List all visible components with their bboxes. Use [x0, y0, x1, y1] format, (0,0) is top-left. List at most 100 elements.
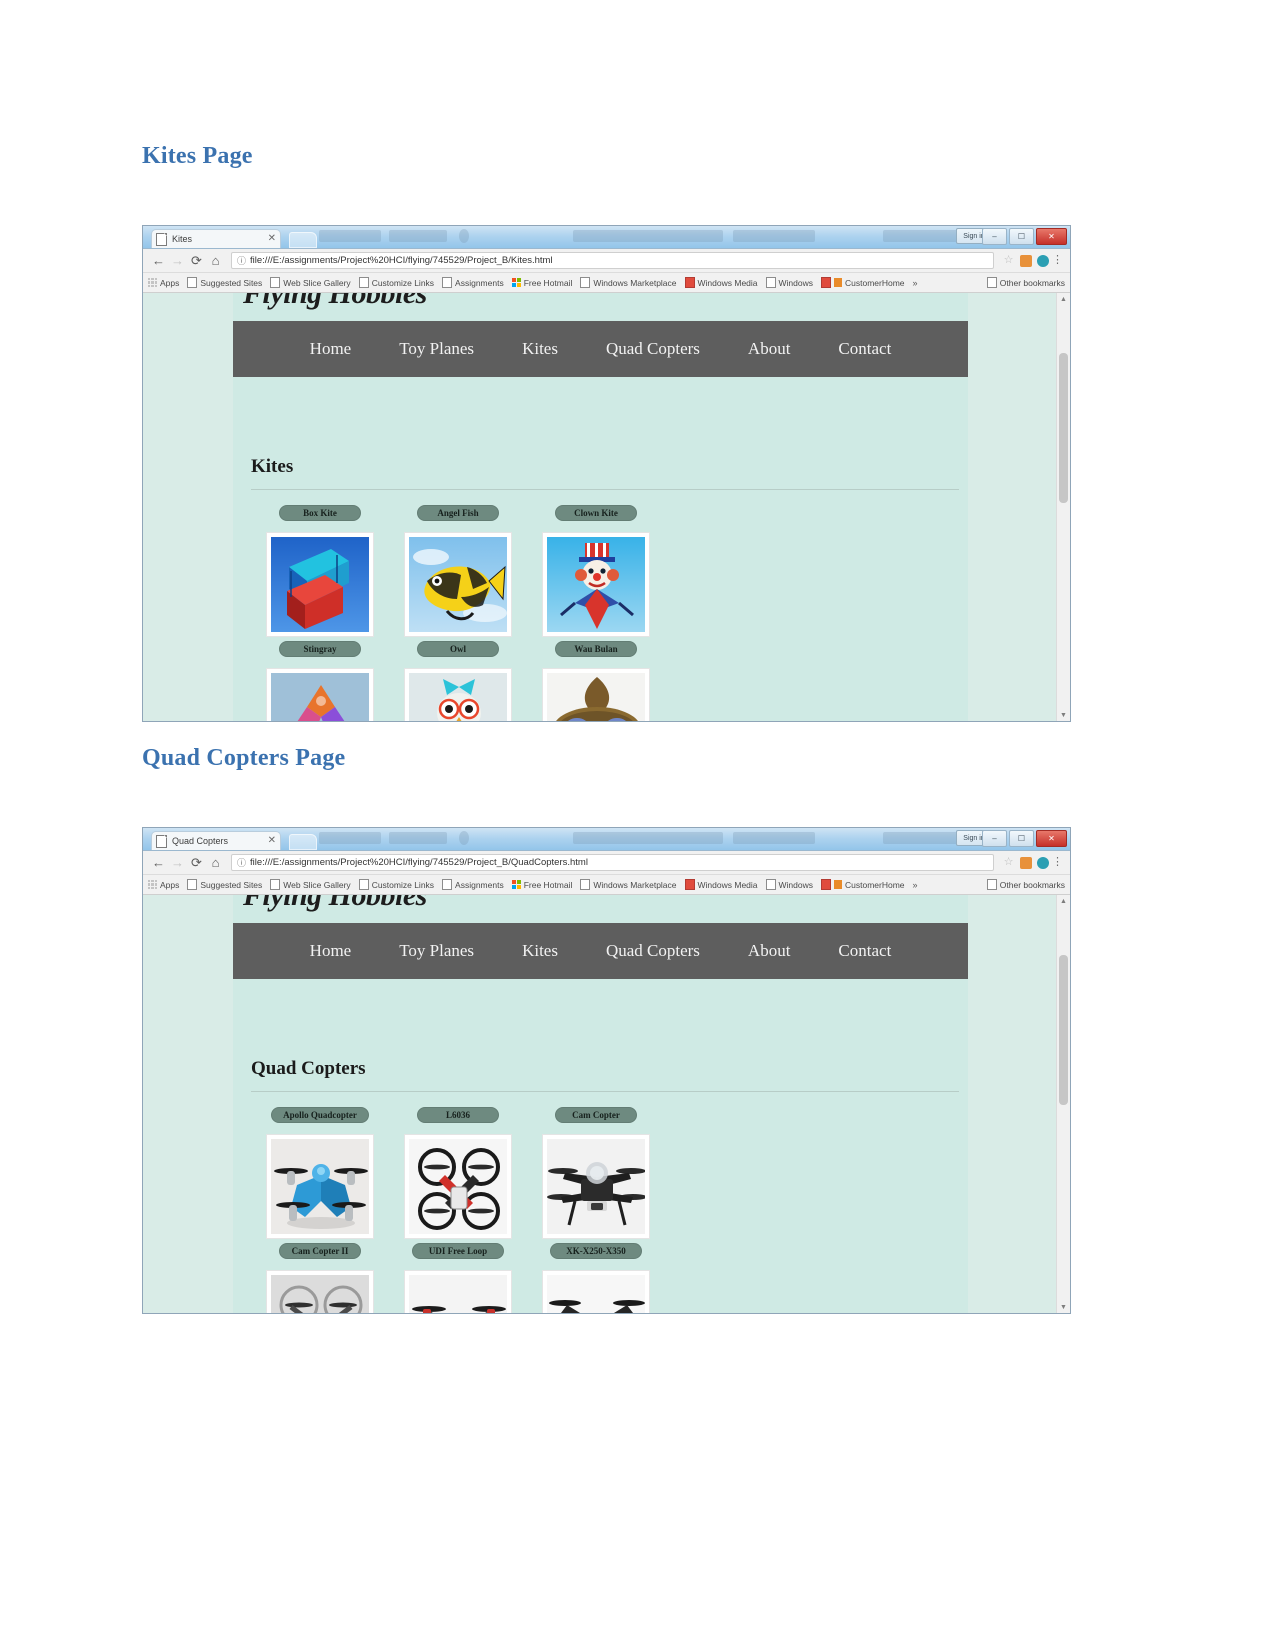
nav-item-home[interactable]: Home [310, 941, 352, 961]
bookmark-star-icon[interactable]: ☆ [1000, 857, 1017, 868]
bookmark-apps[interactable]: Apps [148, 278, 179, 288]
bookmarks-overflow-icon[interactable]: » [913, 880, 918, 890]
scrollbar-thumb[interactable] [1059, 955, 1068, 1105]
bookmark-windows-media[interactable]: Windows Media [684, 277, 758, 288]
bookmark-customerhome[interactable]: CustomerHome [821, 277, 905, 288]
item-thumbnail[interactable] [542, 1134, 650, 1239]
minimize-button[interactable]: – [982, 830, 1007, 847]
bookmark-windows-marketplace[interactable]: Windows Marketplace [580, 879, 677, 890]
item-thumbnail[interactable] [542, 532, 650, 637]
close-icon[interactable]: ✕ [268, 234, 276, 244]
grid-item-cam-copter[interactable]: Cam Copter [527, 1107, 665, 1239]
nav-item-kites[interactable]: Kites [522, 941, 558, 961]
bookmark-customerhome[interactable]: CustomerHome [821, 879, 905, 890]
bookmark-windows-media[interactable]: Windows Media [684, 879, 758, 890]
vertical-scrollbar[interactable]: ▲ ▼ [1056, 895, 1070, 1313]
scroll-down-icon[interactable]: ▼ [1057, 709, 1070, 721]
nav-item-quad-copters[interactable]: Quad Copters [606, 941, 700, 961]
extension-orange-icon[interactable] [1017, 856, 1034, 869]
item-thumbnail[interactable] [266, 1270, 374, 1313]
grid-item-apollo-quadcopter[interactable]: Apollo Quadcopter [251, 1107, 389, 1239]
reload-icon[interactable]: ⟳ [187, 856, 206, 869]
new-tab-button[interactable] [289, 834, 317, 850]
page-info-icon[interactable]: ⓘ [237, 856, 246, 869]
item-thumbnail[interactable] [404, 1270, 512, 1313]
nav-item-toy-planes[interactable]: Toy Planes [399, 941, 474, 961]
other-bookmarks[interactable]: Other bookmarks [986, 277, 1065, 288]
close-button[interactable]: ✕ [1036, 228, 1067, 245]
bookmark-apps[interactable]: Apps [148, 880, 179, 890]
address-bar[interactable]: ⓘ file:///E:/assignments/Project%20HCI/f… [231, 252, 994, 269]
browser-tab-kites[interactable]: Kites ✕ [151, 229, 281, 248]
grid-item-stingray[interactable]: Stingray [251, 641, 389, 721]
grid-item-angel-fish[interactable]: Angel Fish [389, 505, 527, 637]
vertical-scrollbar[interactable]: ▲ ▼ [1056, 293, 1070, 721]
chrome-menu-icon[interactable]: ⋮ [1051, 255, 1064, 266]
bookmark-free-hotmail[interactable]: Free Hotmail [511, 278, 572, 288]
nav-item-about[interactable]: About [748, 339, 791, 359]
close-button[interactable]: ✕ [1036, 830, 1067, 847]
close-icon[interactable]: ✕ [268, 836, 276, 846]
bookmark-windows[interactable]: Windows [765, 277, 813, 288]
grid-item-udi-free-loop[interactable]: UDI Free Loop [389, 1243, 527, 1313]
item-thumbnail[interactable] [404, 668, 512, 721]
grid-item-clown-kite[interactable]: Clown Kite [527, 505, 665, 637]
item-thumbnail[interactable] [266, 1134, 374, 1239]
grid-item-xk-x250-x350[interactable]: XK-X250-X350 [527, 1243, 665, 1313]
forward-icon[interactable]: → [168, 856, 187, 869]
bookmark-star-icon[interactable]: ☆ [1000, 255, 1017, 266]
bookmarks-overflow-icon[interactable]: » [913, 278, 918, 288]
home-icon[interactable]: ⌂ [206, 856, 225, 869]
item-thumbnail[interactable] [404, 532, 512, 637]
address-bar[interactable]: ⓘ file:///E:/assignments/Project%20HCI/f… [231, 854, 994, 871]
scroll-up-icon[interactable]: ▲ [1057, 895, 1070, 908]
nav-item-home[interactable]: Home [310, 339, 352, 359]
minimize-button[interactable]: – [982, 228, 1007, 245]
maximize-button[interactable]: ☐ [1009, 830, 1034, 847]
scrollbar-thumb[interactable] [1059, 353, 1068, 503]
new-tab-button[interactable] [289, 232, 317, 248]
item-thumbnail[interactable] [404, 1134, 512, 1239]
bookmark-windows-marketplace[interactable]: Windows Marketplace [580, 277, 677, 288]
bookmark-windows[interactable]: Windows [765, 879, 813, 890]
extension-teal-icon[interactable] [1034, 254, 1051, 267]
scroll-down-icon[interactable]: ▼ [1057, 1301, 1070, 1313]
item-thumbnail[interactable] [266, 532, 374, 637]
nav-item-quad-copters[interactable]: Quad Copters [606, 339, 700, 359]
nav-item-contact[interactable]: Contact [838, 941, 891, 961]
grid-item-box-kite[interactable]: Box Kite [251, 505, 389, 637]
maximize-button[interactable]: ☐ [1009, 228, 1034, 245]
bookmark-suggested-sites[interactable]: Suggested Sites [187, 277, 262, 288]
bookmark-suggested-sites[interactable]: Suggested Sites [187, 879, 262, 890]
reload-icon[interactable]: ⟳ [187, 254, 206, 267]
extension-orange-icon[interactable] [1017, 254, 1034, 267]
extension-teal-icon[interactable] [1034, 856, 1051, 869]
scroll-up-icon[interactable]: ▲ [1057, 293, 1070, 306]
site-logo[interactable]: Flying Hobbies [243, 895, 427, 913]
bookmark-free-hotmail[interactable]: Free Hotmail [511, 880, 572, 890]
nav-item-kites[interactable]: Kites [522, 339, 558, 359]
nav-item-contact[interactable]: Contact [838, 339, 891, 359]
item-thumbnail[interactable] [266, 668, 374, 721]
back-icon[interactable]: ← [149, 856, 168, 869]
forward-icon[interactable]: → [168, 254, 187, 267]
grid-item-cam-copter-ii[interactable]: Cam Copter II [251, 1243, 389, 1313]
nav-item-toy-planes[interactable]: Toy Planes [399, 339, 474, 359]
grid-item-wau-bulan[interactable]: Wau Bulan [527, 641, 665, 721]
bookmark-web-slice-gallery[interactable]: Web Slice Gallery [270, 277, 351, 288]
page-info-icon[interactable]: ⓘ [237, 254, 246, 267]
bookmark-assignments[interactable]: Assignments [442, 879, 504, 890]
browser-tab-quad-copters[interactable]: Quad Copters ✕ [151, 831, 281, 850]
bookmark-web-slice-gallery[interactable]: Web Slice Gallery [270, 879, 351, 890]
site-logo[interactable]: Flying Hobbies [243, 293, 427, 311]
item-thumbnail[interactable] [542, 1270, 650, 1313]
back-icon[interactable]: ← [149, 254, 168, 267]
nav-item-about[interactable]: About [748, 941, 791, 961]
item-thumbnail[interactable] [542, 668, 650, 721]
other-bookmarks[interactable]: Other bookmarks [986, 879, 1065, 890]
bookmark-customize-links[interactable]: Customize Links [358, 277, 434, 288]
bookmark-customize-links[interactable]: Customize Links [358, 879, 434, 890]
bookmark-assignments[interactable]: Assignments [442, 277, 504, 288]
chrome-menu-icon[interactable]: ⋮ [1051, 857, 1064, 868]
grid-item-owl[interactable]: Owl [389, 641, 527, 721]
